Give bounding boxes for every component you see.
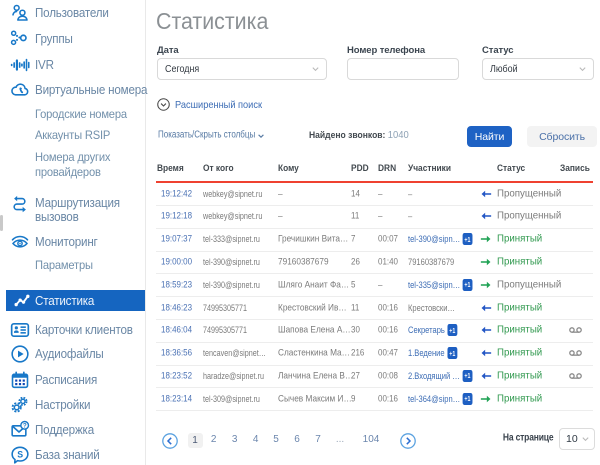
svg-text:S: S (17, 449, 23, 459)
svg-text:?: ? (23, 423, 27, 430)
